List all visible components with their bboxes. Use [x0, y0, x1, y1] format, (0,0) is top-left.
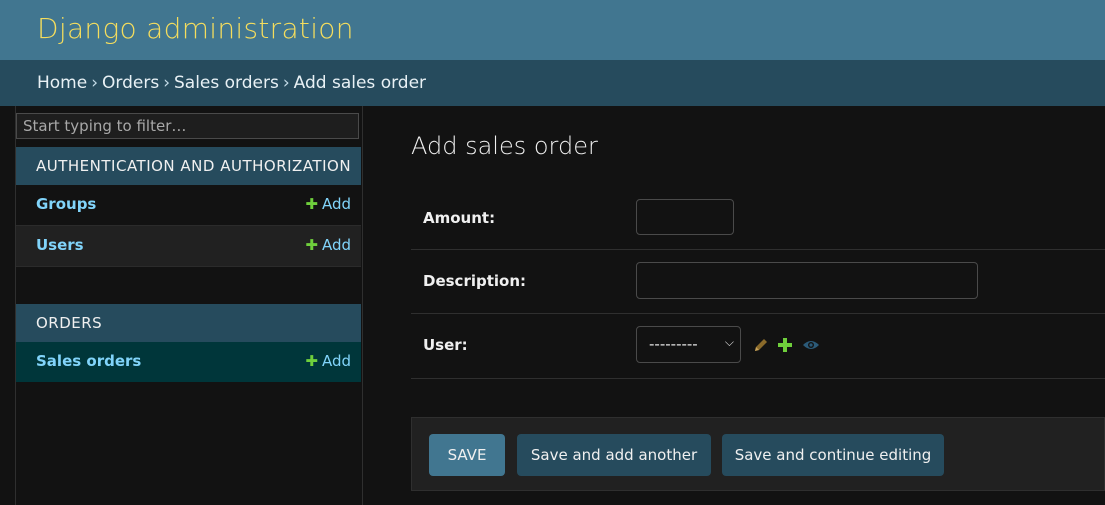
breadcrumb-separator: ›	[282, 73, 290, 93]
model-link-users[interactable]: Users	[36, 236, 84, 254]
plus-icon: ✚	[305, 236, 318, 254]
user-label: User:	[423, 336, 468, 354]
model-link-sales-orders[interactable]: Sales orders	[36, 352, 141, 370]
add-label: Add	[321, 195, 351, 213]
add-users-link[interactable]: ✚ Add	[305, 236, 351, 254]
plus-icon: ✚	[305, 195, 318, 213]
breadcrumb: Home › Orders › Sales orders › Add sales order	[0, 60, 1105, 106]
sidebar-item-groups: Groups ✚ Add	[16, 185, 361, 226]
form-row-user: User: --------- ⌵	[411, 313, 1105, 379]
breadcrumb-separator: ›	[91, 73, 99, 93]
sidebar-item-sales-orders: Sales orders ✚ Add	[16, 342, 361, 382]
app-caption-auth[interactable]: AUTHENTICATION AND AUTHORIZATION	[16, 147, 361, 185]
form-row-description: Description:	[411, 250, 1105, 314]
save-continue-button[interactable]: Save and continue editing	[722, 434, 944, 476]
sidebar-item-users: Users ✚ Add	[16, 226, 361, 267]
breadcrumb-orders[interactable]: Orders	[102, 73, 159, 93]
site-header: Django administration	[0, 0, 1105, 60]
model-link-groups[interactable]: Groups	[36, 195, 96, 213]
nav-filter-input[interactable]	[16, 113, 359, 139]
amount-input[interactable]	[636, 199, 734, 235]
plus-icon: ✚	[305, 352, 318, 370]
description-input[interactable]	[636, 262, 978, 299]
breadcrumb-separator: ›	[163, 73, 170, 93]
nav-sidebar: AUTHENTICATION AND AUTHORIZATION Groups …	[15, 106, 363, 505]
user-select-value: ---------	[649, 335, 698, 353]
breadcrumb-sales-orders[interactable]: Sales orders	[174, 73, 279, 93]
add-sales-orders-link[interactable]: ✚ Add	[305, 352, 351, 370]
form-row-amount: Amount:	[411, 186, 1105, 250]
add-label: Add	[321, 352, 351, 370]
save-add-another-button[interactable]: Save and add another	[517, 434, 711, 476]
plus-icon[interactable]	[778, 338, 792, 352]
site-title[interactable]: Django administration	[37, 12, 354, 45]
chevron-down-icon: ⌵	[724, 335, 734, 349]
app-caption-orders[interactable]: ORDERS	[16, 304, 361, 342]
description-label: Description:	[423, 272, 527, 290]
eye-icon[interactable]	[802, 338, 820, 352]
breadcrumb-current: Add sales order	[293, 73, 427, 93]
save-button[interactable]: SAVE	[429, 434, 505, 476]
add-label: Add	[321, 236, 351, 254]
submit-row: SAVE Save and add another Save and conti…	[411, 417, 1105, 491]
add-groups-link[interactable]: ✚ Add	[305, 195, 351, 213]
user-select[interactable]: --------- ⌵	[636, 326, 741, 363]
amount-label: Amount:	[423, 209, 496, 227]
app-caption-label: ORDERS	[36, 314, 103, 332]
breadcrumb-home[interactable]: Home	[37, 73, 87, 93]
app-caption-label: AUTHENTICATION AND AUTHORIZATION	[36, 157, 352, 175]
page-title: Add sales order	[411, 132, 598, 160]
pencil-icon[interactable]	[753, 337, 769, 353]
